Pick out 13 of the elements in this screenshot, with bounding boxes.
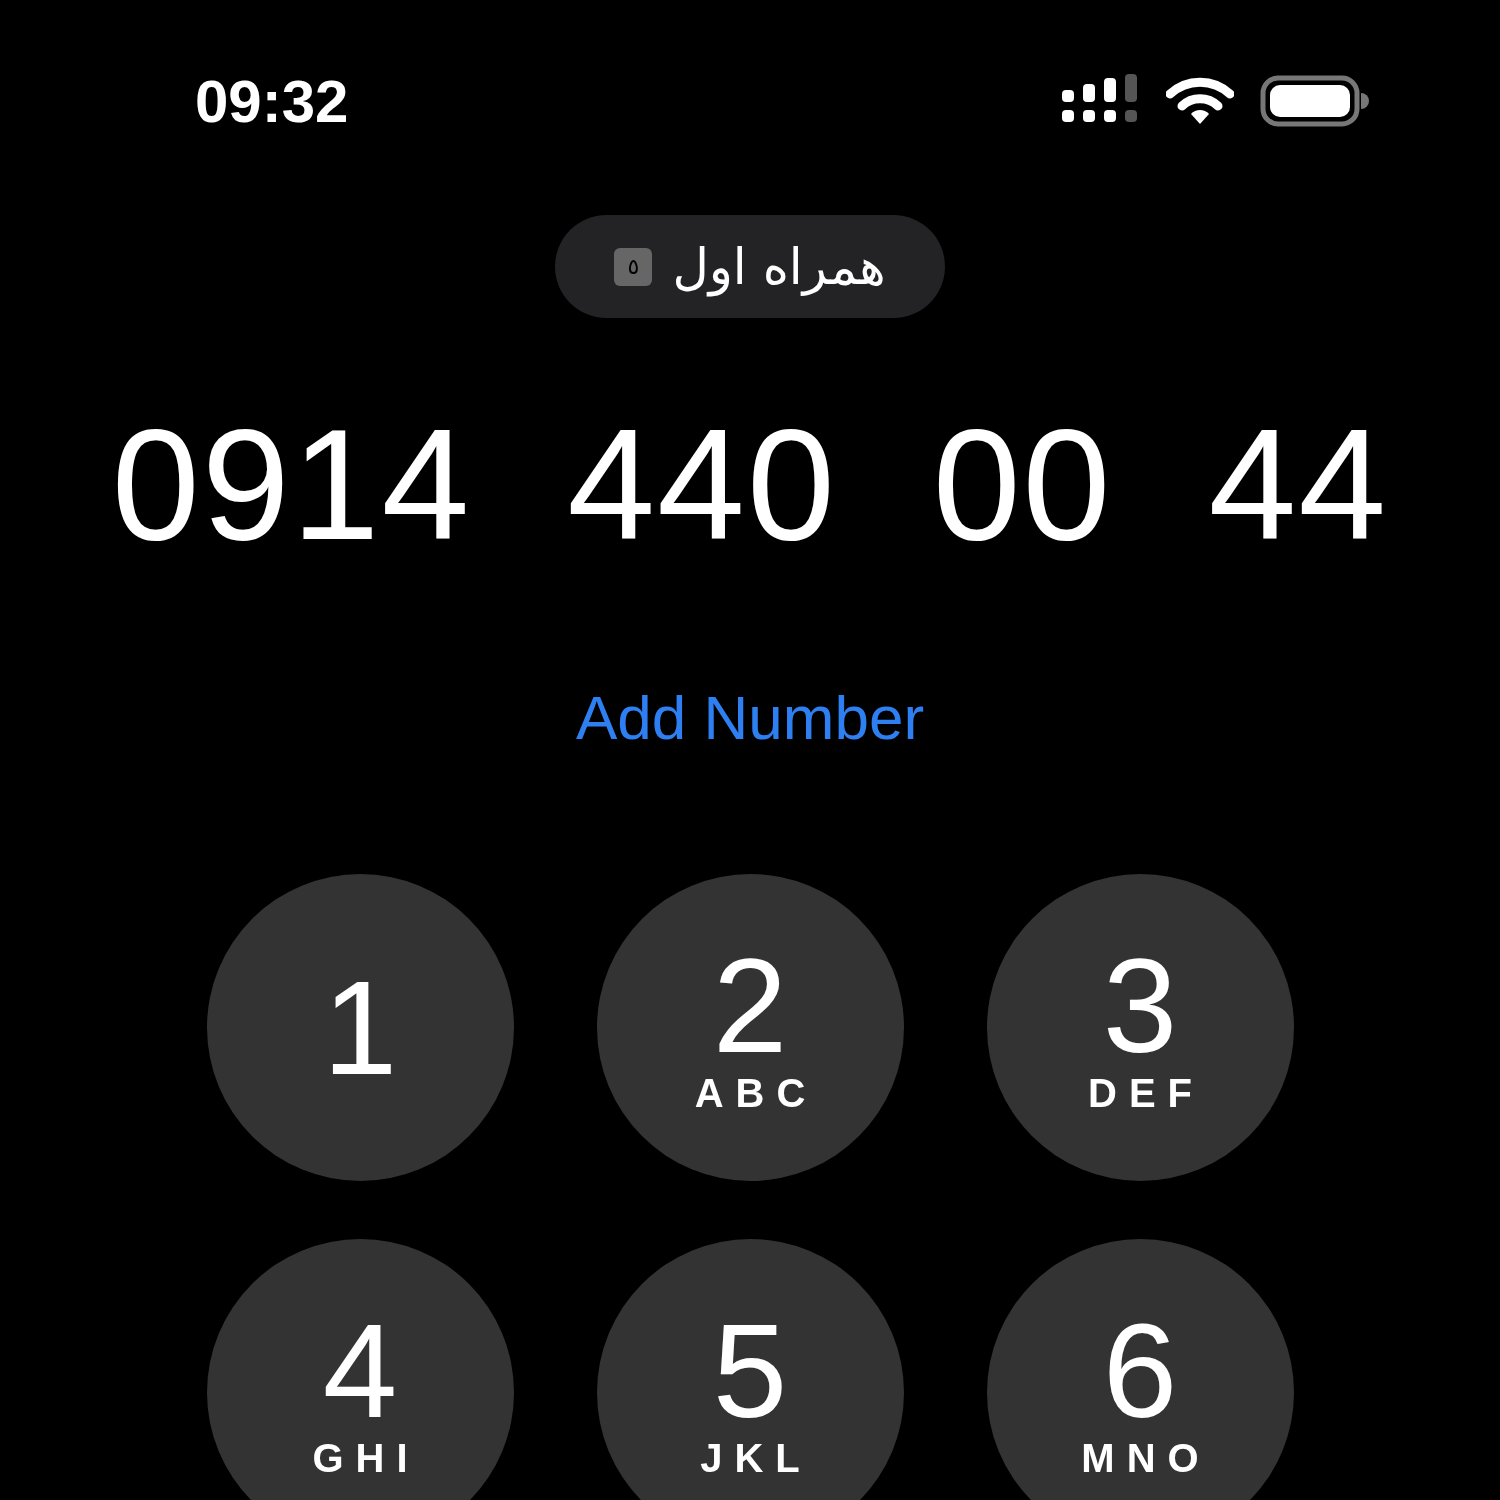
- carrier-selector[interactable]: ٥ همراه اول: [555, 215, 945, 318]
- status-time: 09:32: [195, 66, 349, 136]
- keypad-key[interactable]: 5 JKL: [596, 1239, 904, 1500]
- keypad-key[interactable]: 3 DEF: [986, 874, 1294, 1181]
- keypad-key[interactable]: 6 MNO: [986, 1239, 1294, 1500]
- add-number-link[interactable]: Add Number: [575, 682, 925, 754]
- dialed-number: 0914 440 00 44: [110, 395, 1390, 574]
- keypad-key[interactable]: 2 ABC: [596, 874, 904, 1181]
- sim-badge: ٥: [614, 247, 653, 286]
- keypad-key[interactable]: 4 GHI: [206, 1239, 514, 1500]
- keypad-key[interactable]: 1: [206, 874, 514, 1181]
- wifi-icon: [1166, 76, 1234, 126]
- battery-icon: [1260, 75, 1370, 127]
